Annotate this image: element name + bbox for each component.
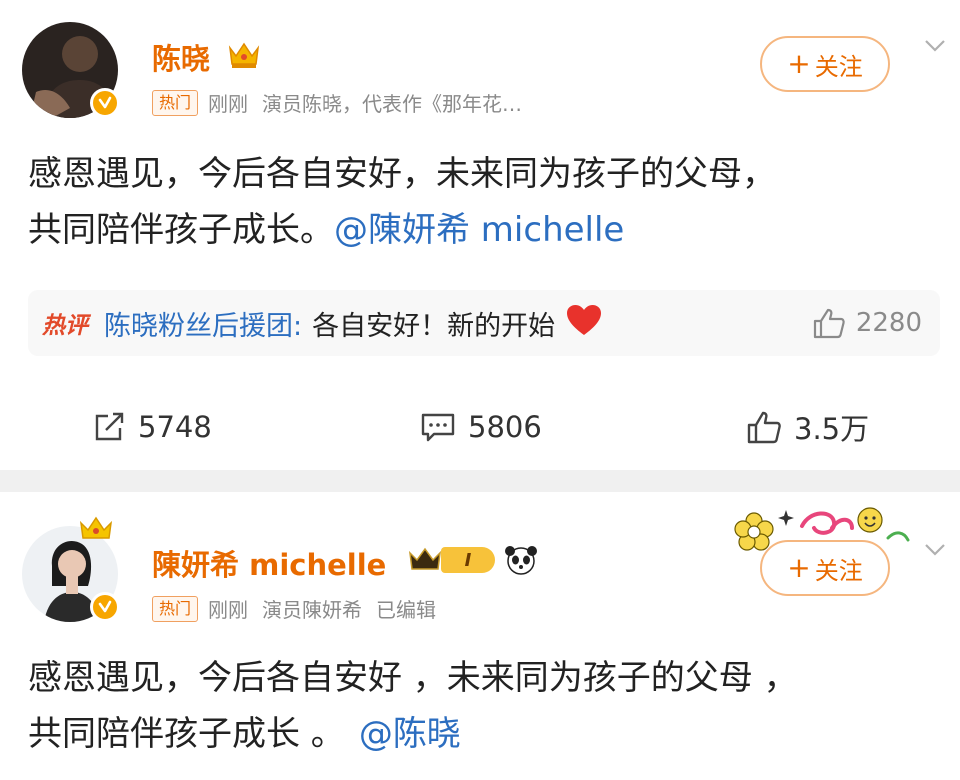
content-text: 共同陪伴孩子成长 。: [28, 714, 345, 754]
chevron-down-icon[interactable]: [922, 536, 948, 562]
chevron-down-icon[interactable]: [922, 32, 948, 58]
follow-button[interactable]: + 关注: [760, 540, 890, 596]
plus-icon: +: [787, 551, 811, 584]
post-meta: 热门 刚刚 演员陈晓，代表作《那年花…: [152, 88, 536, 117]
verified-badge-icon: [90, 88, 120, 118]
comment-button[interactable]: 5806: [420, 402, 542, 452]
like-button[interactable]: 3.5万: [746, 402, 869, 452]
repost-button[interactable]: 5748: [92, 402, 212, 452]
follow-button[interactable]: + 关注: [760, 36, 890, 92]
verified-badge-icon: [90, 592, 120, 622]
hot-comment-like[interactable]: 2280: [812, 290, 922, 356]
content-line-1: 感恩遇见，今后各自安好 ，未来同为孩子的父母 ，: [28, 658, 798, 698]
post-separator: [0, 470, 960, 492]
panda-icon: [505, 546, 537, 575]
repost-count: 5748: [138, 410, 212, 444]
mention-link[interactable]: @陳妍希 michelle: [334, 210, 624, 250]
content-line-1: 感恩遇见，今后各自安好，未来同为孩子的父母，: [28, 154, 776, 194]
post-time: 刚刚: [208, 92, 249, 116]
user-description: 演员陳妍希: [262, 598, 363, 622]
post-content: 感恩遇见，今后各自安好 ，未来同为孩子的父母 ， 共同陪伴孩子成长 。 @陈晓: [28, 650, 933, 762]
hot-comment-text: 各自安好！新的开始: [312, 310, 556, 342]
hot-comment[interactable]: 热评 陈晓粉丝后援团: 各自安好！新的开始 2280: [28, 290, 940, 356]
content-line-2: 共同陪伴孩子成长。@陳妍希 michelle: [28, 202, 933, 258]
like-count: 3.5万: [794, 412, 870, 446]
crown-icon: [78, 514, 114, 548]
mention-link[interactable]: @陈晓: [359, 714, 461, 754]
hot-comment-like-count: 2280: [855, 308, 922, 338]
member-level-badge: I: [407, 544, 539, 576]
crown-icon: [226, 38, 262, 74]
comment-icon: [421, 413, 455, 442]
level-badge: I: [441, 547, 495, 573]
comment-count: 5806: [468, 410, 542, 444]
thumbs-up-icon: [747, 411, 781, 444]
weibo-post-2: 陳妍希 michelle I 热门 刚刚 演员陳妍希 已编辑 + 关注 感恩遇见…: [0, 492, 960, 780]
hot-tag[interactable]: 热门: [152, 89, 199, 116]
content-line-2: 共同陪伴孩子成长 。 @陈晓: [28, 706, 933, 762]
repost-icon: [95, 412, 124, 441]
hot-comment-user[interactable]: 陈晓粉丝后援团:: [104, 304, 302, 343]
weibo-post-1: 陈晓 热门 刚刚 演员陈晓，代表作《那年花… + 关注 感恩遇见，今后各自安好，…: [0, 0, 960, 470]
thumbs-up-icon: [813, 308, 845, 339]
user-description: 演员陈晓，代表作《那年花…: [262, 92, 523, 116]
hot-tag[interactable]: 热门: [152, 595, 199, 622]
post-content: 感恩遇见，今后各自安好，未来同为孩子的父母， 共同陪伴孩子成长。@陳妍希 mic…: [28, 146, 933, 258]
post-time: 刚刚: [208, 598, 249, 622]
username[interactable]: 陈晓: [152, 36, 210, 78]
edited-label: 已编辑: [376, 598, 437, 622]
hot-comment-tag: 热评: [42, 313, 88, 339]
username[interactable]: 陳妍希 michelle: [152, 542, 386, 584]
follow-label: 关注: [814, 52, 863, 81]
follow-label: 关注: [814, 556, 863, 585]
post-meta: 热门 刚刚 演员陳妍希 已编辑: [152, 594, 450, 623]
heart-icon: [565, 303, 603, 344]
crown-icon: [408, 547, 442, 570]
content-text: 共同陪伴孩子成长。: [28, 210, 334, 250]
plus-icon: +: [787, 47, 811, 80]
